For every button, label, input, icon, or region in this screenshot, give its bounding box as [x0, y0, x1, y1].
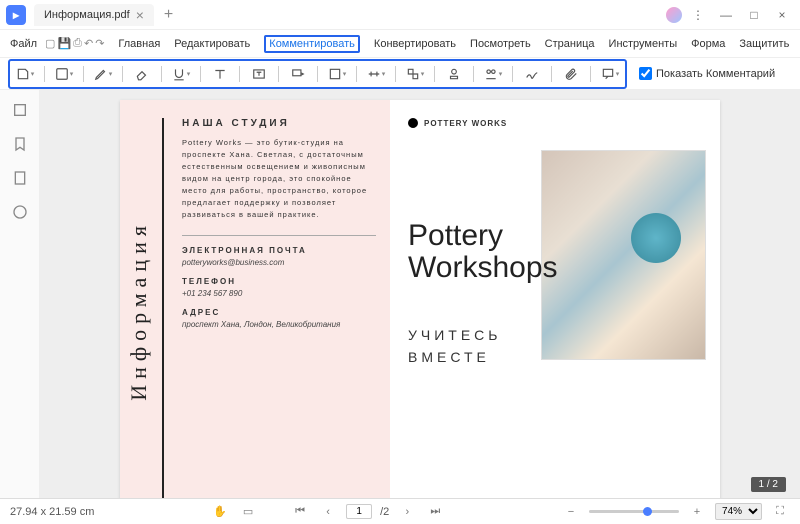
menu-tab-6[interactable]: Инструменты [603, 35, 684, 53]
tab-close-icon[interactable]: × [136, 8, 144, 22]
menu-tab-4[interactable]: Посмотреть [464, 35, 537, 53]
toolbar-highlight-group: ▾ ▾ ▾ ▾ ▾ ▾ ▾ ▾ ▾ [8, 59, 627, 89]
print-icon[interactable]: ⎙ [73, 33, 82, 55]
brand-logo-icon [408, 118, 418, 128]
doc-addr-label: АДРЕС [182, 308, 376, 317]
hand-tool-icon[interactable]: ✋ [210, 502, 230, 522]
theme-icon[interactable] [666, 7, 682, 23]
signature-tool-icon[interactable] [519, 63, 545, 85]
tab-title: Информация.pdf [44, 9, 130, 21]
shape-tool-icon[interactable]: ▾ [324, 63, 350, 85]
status-bar: 27.94 x 21.59 cm ✋ ▭ ⏮ ‹ /2 › ⏭ − + 74% … [0, 498, 800, 524]
new-tab-button[interactable]: + [164, 6, 173, 24]
open-icon[interactable]: ▢ [45, 33, 55, 55]
textbox-tool-icon[interactable] [246, 63, 272, 85]
save-icon[interactable]: 💾 [57, 33, 71, 55]
measure-tool-icon[interactable]: ▾ [363, 63, 389, 85]
zoom-in-icon[interactable]: + [687, 502, 707, 522]
stamp-manage-icon[interactable]: ▾ [480, 63, 506, 85]
comment-manage-icon[interactable]: ▾ [597, 63, 623, 85]
doc-photo [541, 150, 706, 360]
maximize-button[interactable]: □ [742, 3, 766, 27]
last-page-icon[interactable]: ⏭ [425, 502, 445, 522]
comments-panel-icon[interactable] [10, 202, 30, 222]
doc-sub-title: УЧИТЕСЬВМЕСТЕ [408, 325, 501, 369]
doc-studio-body: Pottery Works — это бутик-студия на прос… [182, 137, 376, 221]
next-page-icon[interactable]: › [397, 502, 417, 522]
underline-tool-icon[interactable]: ▾ [168, 63, 194, 85]
pdf-page: Информация НАША СТУДИЯ Pottery Works — э… [120, 100, 720, 498]
file-menu[interactable]: Файл [4, 36, 43, 52]
pencil-tool-icon[interactable]: ▾ [90, 63, 116, 85]
doc-brand: POTTERY WORKS [424, 119, 507, 128]
select-tool-icon[interactable]: ▭ [238, 502, 258, 522]
prev-page-icon[interactable]: ‹ [318, 502, 338, 522]
note-tool-icon[interactable]: ▾ [12, 63, 38, 85]
page-total: /2 [380, 506, 389, 518]
show-comment-label: Показать Комментарий [656, 68, 775, 80]
app-icon: ▸ [6, 5, 26, 25]
highlight-tool-icon[interactable]: ▾ [51, 63, 77, 85]
zoom-out-icon[interactable]: − [561, 502, 581, 522]
title-bar: ▸ Информация.pdf × + ⋮ — □ × [0, 0, 800, 30]
zoom-slider[interactable] [589, 510, 679, 513]
bookmarks-icon[interactable] [10, 134, 30, 154]
zoom-select[interactable]: 74% [715, 503, 762, 520]
page-dimensions: 27.94 x 21.59 cm [10, 506, 94, 518]
menu-tab-5[interactable]: Страница [539, 35, 601, 53]
minimize-button[interactable]: — [714, 3, 738, 27]
attachments-panel-icon[interactable] [10, 168, 30, 188]
thumbnails-icon[interactable] [10, 100, 30, 120]
text-tool-icon[interactable] [207, 63, 233, 85]
doc-addr: проспект Хана, Лондон, Великобритания [182, 320, 376, 329]
fit-width-icon[interactable]: ⛶ [770, 502, 790, 522]
redo-icon[interactable]: ↷ [95, 33, 104, 55]
area-tool-icon[interactable]: ▾ [402, 63, 428, 85]
document-viewport[interactable]: Информация НАША СТУДИЯ Pottery Works — э… [40, 90, 800, 498]
more-icon[interactable]: ⋮ [686, 3, 710, 27]
callout-tool-icon[interactable] [285, 63, 311, 85]
menu-tab-1[interactable]: Редактировать [168, 35, 256, 53]
stamp-tool-icon[interactable] [441, 63, 467, 85]
first-page-icon[interactable]: ⏮ [290, 502, 310, 522]
doc-phone: +01 234 567 890 [182, 289, 376, 298]
doc-studio-heading: НАША СТУДИЯ [182, 118, 376, 129]
left-sidebar [0, 90, 40, 498]
menu-tab-7[interactable]: Форма [685, 35, 731, 53]
menu-tab-3[interactable]: Конвертировать [368, 35, 462, 53]
attachment-tool-icon[interactable] [558, 63, 584, 85]
menu-tab-0[interactable]: Главная [112, 35, 166, 53]
page-input[interactable] [346, 504, 372, 519]
close-button[interactable]: × [770, 3, 794, 27]
page-indicator: 1 / 2 [751, 477, 786, 492]
doc-vertical-title: Информация [126, 220, 152, 401]
menu-bar: Файл ▢ 💾 ⎙ ↶ ↷ ГлавнаяРедактироватьКомме… [0, 30, 800, 58]
document-tab[interactable]: Информация.pdf × [34, 4, 154, 26]
show-comment-checkbox[interactable] [639, 67, 652, 80]
undo-icon[interactable]: ↶ [84, 33, 93, 55]
doc-phone-label: ТЕЛЕФОН [182, 277, 376, 286]
doc-email-label: ЭЛЕКТРОННАЯ ПОЧТА [182, 246, 376, 255]
menu-tab-2[interactable]: Комментировать [258, 35, 366, 53]
doc-email: potteryworks@business.com [182, 258, 376, 267]
menu-tab-8[interactable]: Защитить [733, 35, 795, 53]
doc-main-title: PotteryWorkshops [408, 220, 558, 283]
eraser-tool-icon[interactable] [129, 63, 155, 85]
comment-toolbar: ▾ ▾ ▾ ▾ ▾ ▾ ▾ ▾ ▾ Показать Комментарий [0, 58, 800, 90]
